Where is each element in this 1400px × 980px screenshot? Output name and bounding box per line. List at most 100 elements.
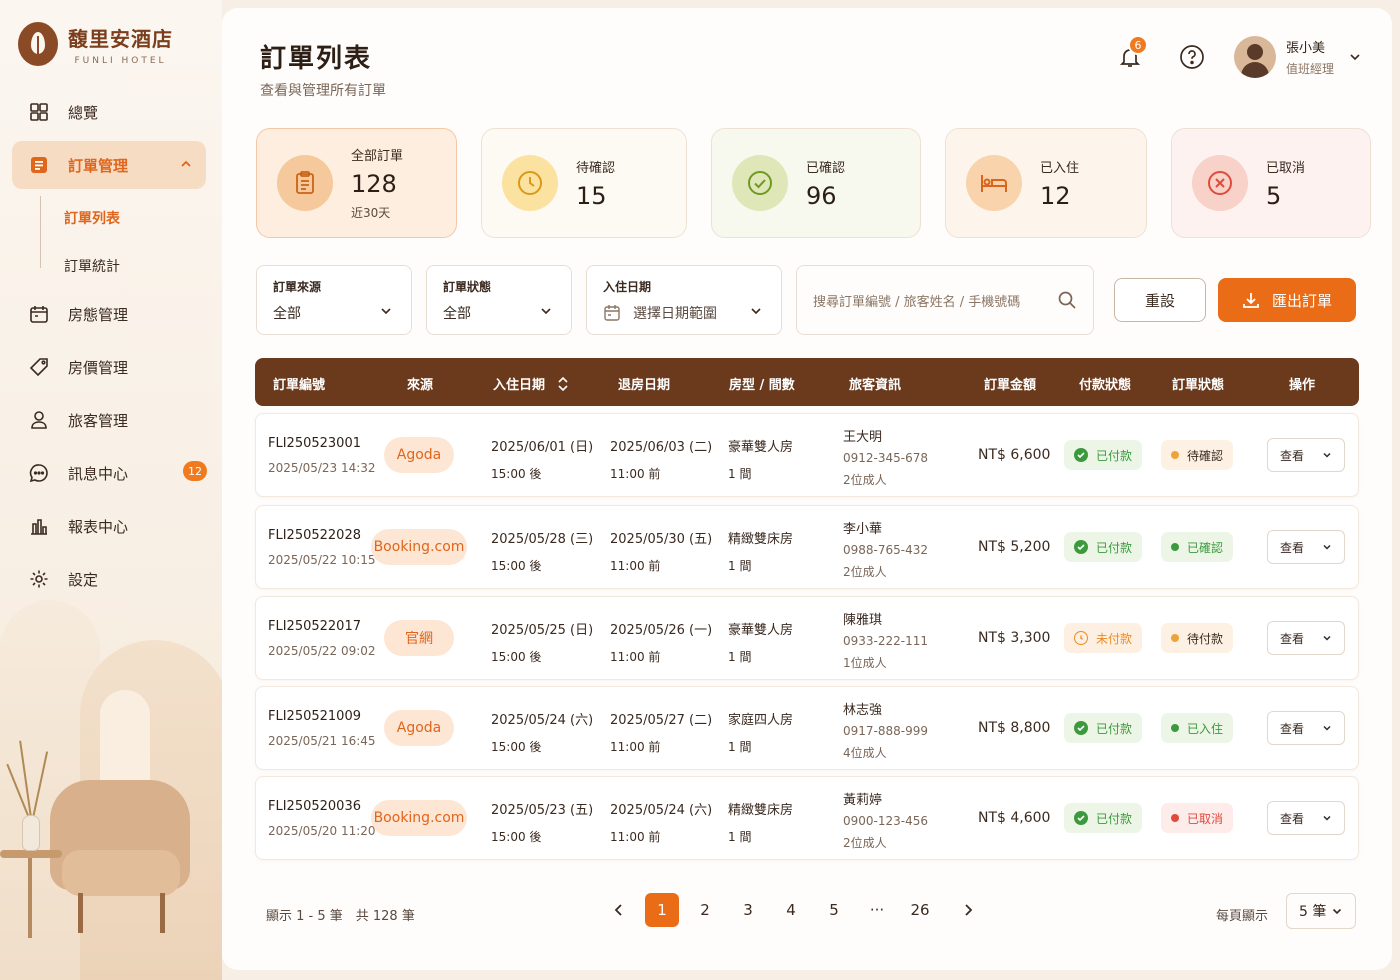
sidebar-item-messages[interactable]: 訊息中心 12: [12, 449, 207, 497]
search-input[interactable]: 搜尋訂單編號 / 旅客姓名 / 手機號碼: [796, 265, 1094, 335]
payment-status-label: 已付款: [1096, 540, 1133, 555]
order-id[interactable]: FLI250520036: [268, 799, 376, 814]
download-icon: [1243, 293, 1259, 308]
side-table: [0, 850, 62, 858]
brand-logo[interactable]: 馥里安酒店 FUNLI HOTEL: [18, 22, 173, 66]
view-label: 查看: [1280, 721, 1305, 736]
chevron-down-icon: [1323, 452, 1331, 458]
guest-phone: 0933-222-111: [843, 634, 929, 648]
sidebar-item-room-price[interactable]: 房價管理: [12, 343, 206, 391]
column-header: 訂單編號: [273, 378, 326, 393]
guest-phone: 0988-765-432: [843, 543, 929, 557]
view-order-dropdown[interactable]: 查看: [1267, 711, 1345, 745]
stat-value: 15: [576, 181, 607, 210]
status-dot: [1171, 814, 1179, 822]
export-orders-button[interactable]: 匯出訂單: [1218, 278, 1356, 322]
checkin-time: 15:00 後: [491, 559, 542, 573]
status-dot: [1171, 543, 1179, 551]
avatar[interactable]: [1233, 36, 1276, 78]
stat-card-confirmed[interactable]: 已確認 96: [711, 128, 921, 238]
checkin-date-picker[interactable]: 入住日期 選擇日期範圍: [586, 265, 782, 335]
filter-bar: 訂單來源 全部 訂單狀態 全部 入住日期 選擇日期範圍 搜尋訂單編號 / 旅客姓…: [256, 265, 1356, 335]
stat-value: 12: [1040, 181, 1071, 210]
source-select[interactable]: 訂單來源 全部: [256, 265, 412, 335]
checkin-time: 15:00 後: [491, 650, 542, 664]
chevron-down-icon[interactable]: [1348, 50, 1362, 64]
order-status-badge: 待付款: [1161, 623, 1234, 653]
per-page-select[interactable]: 5 筆: [1286, 893, 1356, 929]
order-created-time: 2025/05/22 10:15: [268, 553, 376, 567]
sidebar-item-guests[interactable]: 旅客管理: [12, 396, 206, 444]
calendar-icon: [28, 303, 50, 325]
room-count: 1 間: [728, 650, 752, 664]
stat-card-all[interactable]: 全部訂單 128 近30天: [256, 128, 457, 238]
chevron-down-icon: [1323, 635, 1331, 641]
page-button[interactable]: 26: [903, 893, 937, 927]
user-icon: [28, 409, 50, 431]
order-id[interactable]: FLI250521009: [268, 709, 376, 724]
sidebar-item-label: 報表中心: [68, 517, 129, 536]
page-title: 訂單列表: [260, 44, 373, 74]
stat-card-checked-in[interactable]: 已入住 12: [945, 128, 1147, 238]
payment-status-badge: 已付款: [1064, 532, 1143, 562]
stat-card-cancelled[interactable]: 已取消 5: [1171, 128, 1371, 238]
view-order-dropdown[interactable]: 查看: [1267, 530, 1345, 564]
table-row[interactable]: FLI250522017 2025/05/22 09:02 官網 2025/05/25…: [255, 596, 1359, 680]
order-status-badge: 已取消: [1161, 803, 1234, 833]
sidebar-item-label: 總覽: [68, 103, 99, 122]
sidebar-item-settings[interactable]: 設定: [12, 555, 206, 603]
sidebar: 馥里安酒店 FUNLI HOTEL 總覽 訂單管理 訂單列表 訂單統計 房態管理…: [0, 0, 222, 980]
page-button[interactable]: 2: [688, 893, 722, 927]
chevron-down-icon: [1323, 544, 1331, 550]
prev-page-button[interactable]: [602, 893, 636, 927]
page-button[interactable]: 3: [731, 893, 765, 927]
page-list: 1 2 3 4 5 ··· 26: [602, 893, 994, 927]
table-row[interactable]: FLI250521009 2025/05/21 16:45 Agoda 2025/05…: [255, 686, 1359, 770]
sidebar-item-orders[interactable]: 訂單管理: [12, 141, 206, 189]
notification-button[interactable]: 6: [1110, 35, 1150, 77]
payment-status-label: 已付款: [1096, 721, 1133, 736]
order-created-time: 2025/05/20 11:20: [268, 824, 376, 838]
order-id[interactable]: FLI250523001: [268, 436, 376, 451]
export-label: 匯出訂單: [1271, 291, 1332, 310]
room-count: 1 間: [728, 467, 752, 481]
view-label: 查看: [1280, 811, 1305, 826]
reset-button[interactable]: 重設: [1114, 278, 1206, 322]
table-row[interactable]: FLI250523001 2025/05/23 14:32 Agoda 2025/06…: [255, 413, 1359, 497]
next-page-button[interactable]: [951, 893, 985, 927]
per-page-value: 5 筆: [1299, 904, 1327, 920]
sidebar-item-reports[interactable]: 報表中心: [12, 502, 206, 550]
notification-count-badge: 6: [1127, 35, 1148, 55]
help-button[interactable]: [1172, 37, 1212, 77]
view-order-dropdown[interactable]: 查看: [1267, 438, 1345, 472]
sidebar-item-room-status[interactable]: 房態管理: [12, 290, 206, 338]
table-row[interactable]: FLI250520036 2025/05/20 11:20 Booking.com 2…: [255, 776, 1359, 860]
status-select[interactable]: 訂單狀態 全部: [426, 265, 572, 335]
view-order-dropdown[interactable]: 查看: [1267, 801, 1345, 835]
column-header-sortable[interactable]: 入住日期: [493, 374, 569, 393]
view-order-dropdown[interactable]: 查看: [1267, 621, 1345, 655]
sidebar-subitem-order-stats[interactable]: 訂單統計: [12, 242, 206, 290]
page-subtitle: 查看與管理所有訂單: [260, 83, 386, 99]
payment-status-badge: 未付款: [1064, 623, 1143, 653]
sidebar-item-overview[interactable]: 總覽: [12, 88, 206, 136]
stat-note: 近30天: [351, 206, 391, 220]
bed-icon: [966, 155, 1022, 211]
page-button[interactable]: 4: [774, 893, 808, 927]
table-row[interactable]: FLI250522028 2025/05/22 10:15 Booking.com 2…: [255, 505, 1359, 589]
payment-status-badge: 已付款: [1064, 803, 1143, 833]
room-type: 豪華雙人房: [728, 623, 794, 638]
page-button[interactable]: 5: [817, 893, 851, 927]
order-id[interactable]: FLI250522028: [268, 528, 376, 543]
stat-card-pending[interactable]: 待確認 15: [481, 128, 687, 238]
sidebar-subitem-label: 訂單列表: [64, 211, 120, 227]
order-id[interactable]: FLI250522017: [268, 619, 376, 634]
order-created-time: 2025/05/22 09:02: [268, 644, 376, 658]
source-badge: Booking.com: [371, 800, 467, 836]
guest-count: 2位成人: [843, 565, 887, 579]
page-button[interactable]: 1: [645, 893, 679, 927]
order-amount: NT$ 3,300: [978, 630, 1051, 646]
sidebar-subitem-order-list[interactable]: 訂單列表: [12, 194, 206, 242]
armchair-seat: [62, 850, 180, 896]
checkout-date: 2025/05/24 (六): [610, 803, 713, 818]
